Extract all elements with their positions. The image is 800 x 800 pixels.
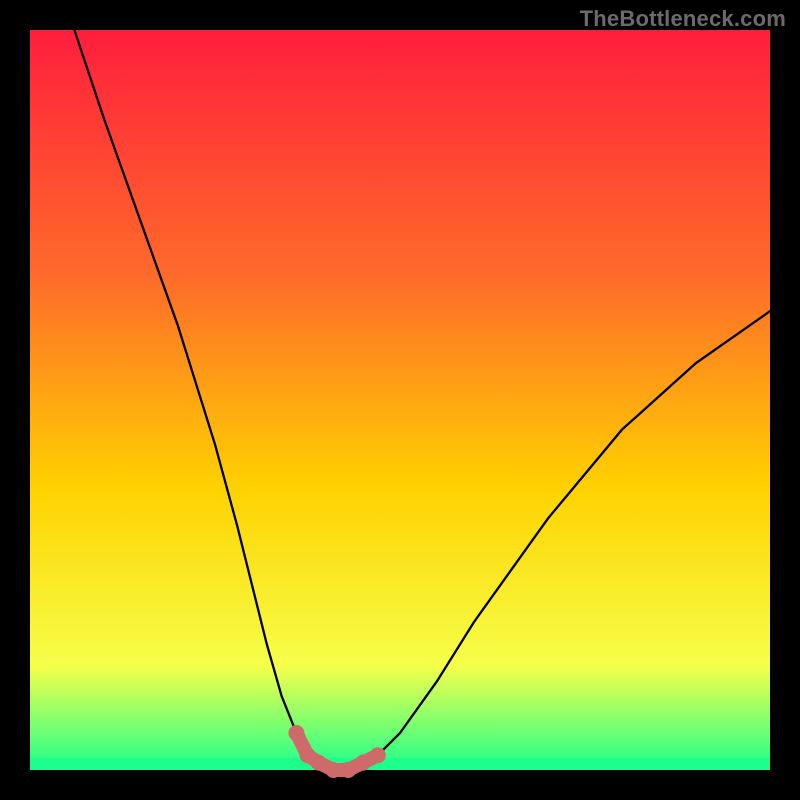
plot-background: [30, 30, 770, 770]
valley-dot: [370, 747, 386, 763]
watermark-label: TheBottleneck.com: [580, 6, 786, 32]
valley-dot: [340, 762, 356, 778]
valley-dot: [288, 725, 304, 741]
valley-dot: [311, 755, 327, 771]
bottleneck-chart: [0, 0, 800, 800]
plot-bottom-strip: [30, 758, 770, 770]
valley-dot: [355, 755, 371, 771]
valley-dot: [325, 762, 341, 778]
chart-stage: TheBottleneck.com: [0, 0, 800, 800]
